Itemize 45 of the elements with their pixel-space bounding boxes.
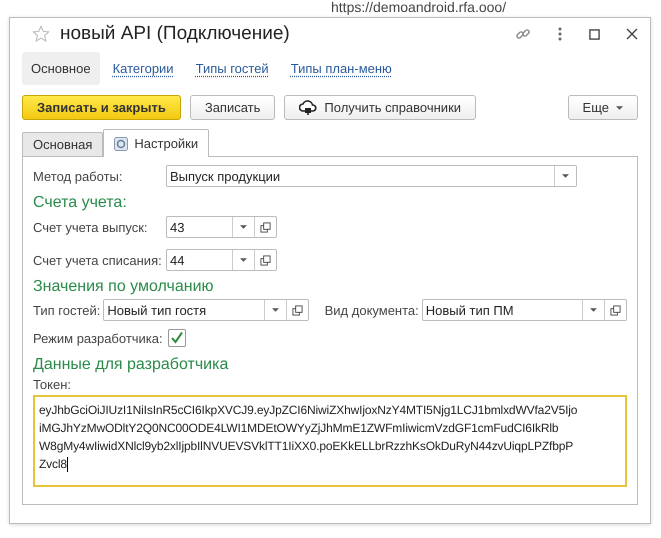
- field-label: Тип гостей:: [33, 302, 100, 318]
- nav-link[interactable]: Категории: [104, 52, 183, 85]
- developer-mode-checkbox[interactable]: [168, 329, 186, 347]
- account-dropdown[interactable]: 43: [166, 216, 277, 238]
- copy-icon[interactable]: [610, 304, 621, 316]
- settings-icon: [114, 136, 128, 150]
- default-dropdown[interactable]: Новый тип гостя: [103, 299, 309, 321]
- section-heading: Значения по умолчанию: [33, 278, 215, 296]
- token-field[interactable]: eyJhbGciOiJIUzI1NiIsInR5cCI6IkpXVCJ9.eyJpZCI6NiwiZXhwIjoxNzY4MTI5Njg1LCJ1bmlxdWVfa2V5Ijo iMGJhYzMwODltY2Q0NC00ODE4LWI1MDEtOWYyZjJhMmE1ZWFmIiwicmVzdGF1cmFudCI6IkRlb W8gMy4wIiwidXNlcl9yb2xlIjpbIlNVUEVSVklTT1IiXX0.poEKkELLbrRzzhKsOkDuRyN44zvUiqpLPZfbpP Zvcl8: [33, 395, 627, 487]
- section-heading: Данные для разработчика: [33, 356, 230, 374]
- caret-icon[interactable]: [590, 308, 597, 312]
- nav-link[interactable]: Основное: [22, 52, 100, 85]
- maximize-icon[interactable]: [589, 28, 600, 40]
- tab[interactable]: Основная: [22, 132, 104, 156]
- field-label: Счет учета выпуск:: [33, 220, 149, 234]
- close-icon[interactable]: [626, 28, 638, 40]
- window-title: новый API (Подключение): [60, 23, 290, 45]
- more-button[interactable]: Еще: [568, 95, 638, 120]
- default-dropdown[interactable]: Новый тип ПМ: [422, 299, 627, 321]
- tab[interactable]: Настройки: [103, 129, 210, 157]
- field-label: Счет учета списания:: [33, 252, 163, 268]
- caret-icon[interactable]: [272, 308, 279, 312]
- caret-icon[interactable]: [562, 174, 569, 178]
- copy-icon[interactable]: [292, 304, 303, 316]
- method-dropdown[interactable]: Выпуск продукции: [166, 165, 577, 187]
- nav-link[interactable]: Типы гостей: [186, 52, 278, 85]
- caret-icon[interactable]: [240, 258, 247, 262]
- field-label: Токен:: [33, 377, 72, 392]
- field-label: Вид документа:: [324, 302, 419, 318]
- caret-icon: [616, 106, 623, 110]
- star-icon[interactable]: [32, 25, 50, 43]
- cloud-icon: [299, 100, 318, 116]
- more-icon[interactable]: [557, 26, 563, 42]
- field-label: Метод работы:: [33, 168, 124, 184]
- command-button[interactable]: Получить справочники: [284, 95, 476, 120]
- copy-icon[interactable]: [260, 222, 271, 232]
- command-button[interactable]: Записать и закрыть: [22, 95, 181, 120]
- nav-link[interactable]: Типы план-меню: [282, 52, 401, 85]
- caret-icon[interactable]: [240, 225, 247, 229]
- account-dropdown[interactable]: 44: [166, 249, 277, 271]
- field-label: Режим разработчика:: [33, 330, 163, 346]
- background-url: https://demoandroid.rfa.ooo/: [331, 1, 506, 14]
- section-heading: Счета учета:: [33, 194, 128, 212]
- command-button[interactable]: Записать: [190, 95, 276, 120]
- copy-icon[interactable]: [260, 254, 271, 266]
